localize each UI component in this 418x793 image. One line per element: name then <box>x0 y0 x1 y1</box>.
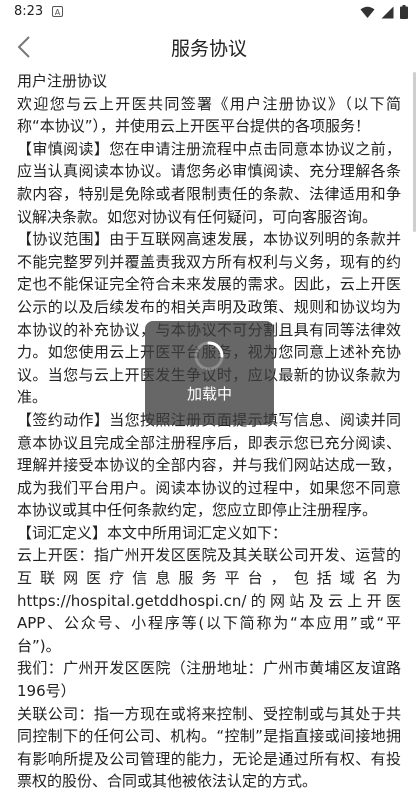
agreement-paragraph: 【词汇定义】本文中所用词汇定义如下： <box>17 523 288 542</box>
agreement-heading: 用户注册协议 <box>17 72 108 90</box>
status-time: 8:23 <box>14 4 44 19</box>
signal-icon <box>381 6 394 18</box>
status-icons <box>360 5 408 19</box>
notification-icon: A <box>52 6 63 17</box>
status-bar: 8:23 A <box>0 0 418 24</box>
agreement-paragraph: 我们：广州开发区医院（注册地址：广州市黄埔区友谊路196号） <box>17 659 401 701</box>
loading-toast: 加载中 <box>145 321 274 425</box>
spinner-icon <box>194 341 224 371</box>
nav-bar: 服务协议 <box>0 24 418 68</box>
loading-text: 加载中 <box>186 385 232 403</box>
page-title: 服务协议 <box>170 38 247 60</box>
agreement-paragraph: 关联公司：指一方现在或将来控制、受控制或与其处于共同控制下的任何公司、机构。“控… <box>17 704 401 791</box>
agreement-paragraph: 【签约动作】当您按照注册页面提示填写信息、阅读并同意本协议且完成全部注册程序后，… <box>17 410 401 520</box>
agreement-paragraph: 欢迎您与云上开医共同签署《用户注册协议》（以下简称“本协议”），并使用云上开医平… <box>17 94 401 136</box>
wifi-icon <box>360 6 375 18</box>
battery-icon <box>400 5 408 19</box>
agreement-paragraph: 【审慎阅读】您在申请注册流程中点击同意本协议之前，应当认真阅读本协议。请您务必审… <box>17 139 401 226</box>
agreement-content[interactable]: 用户注册协议 欢迎您与云上开医共同签署《用户注册协议》（以下简称“本协议”），并… <box>17 70 401 793</box>
scrollbar[interactable] <box>413 72 416 232</box>
agreement-paragraph: 云上开医：指广州开发区医院及其关联公司开发、运营的互联网医疗信息服务平台，包括域… <box>17 546 401 655</box>
